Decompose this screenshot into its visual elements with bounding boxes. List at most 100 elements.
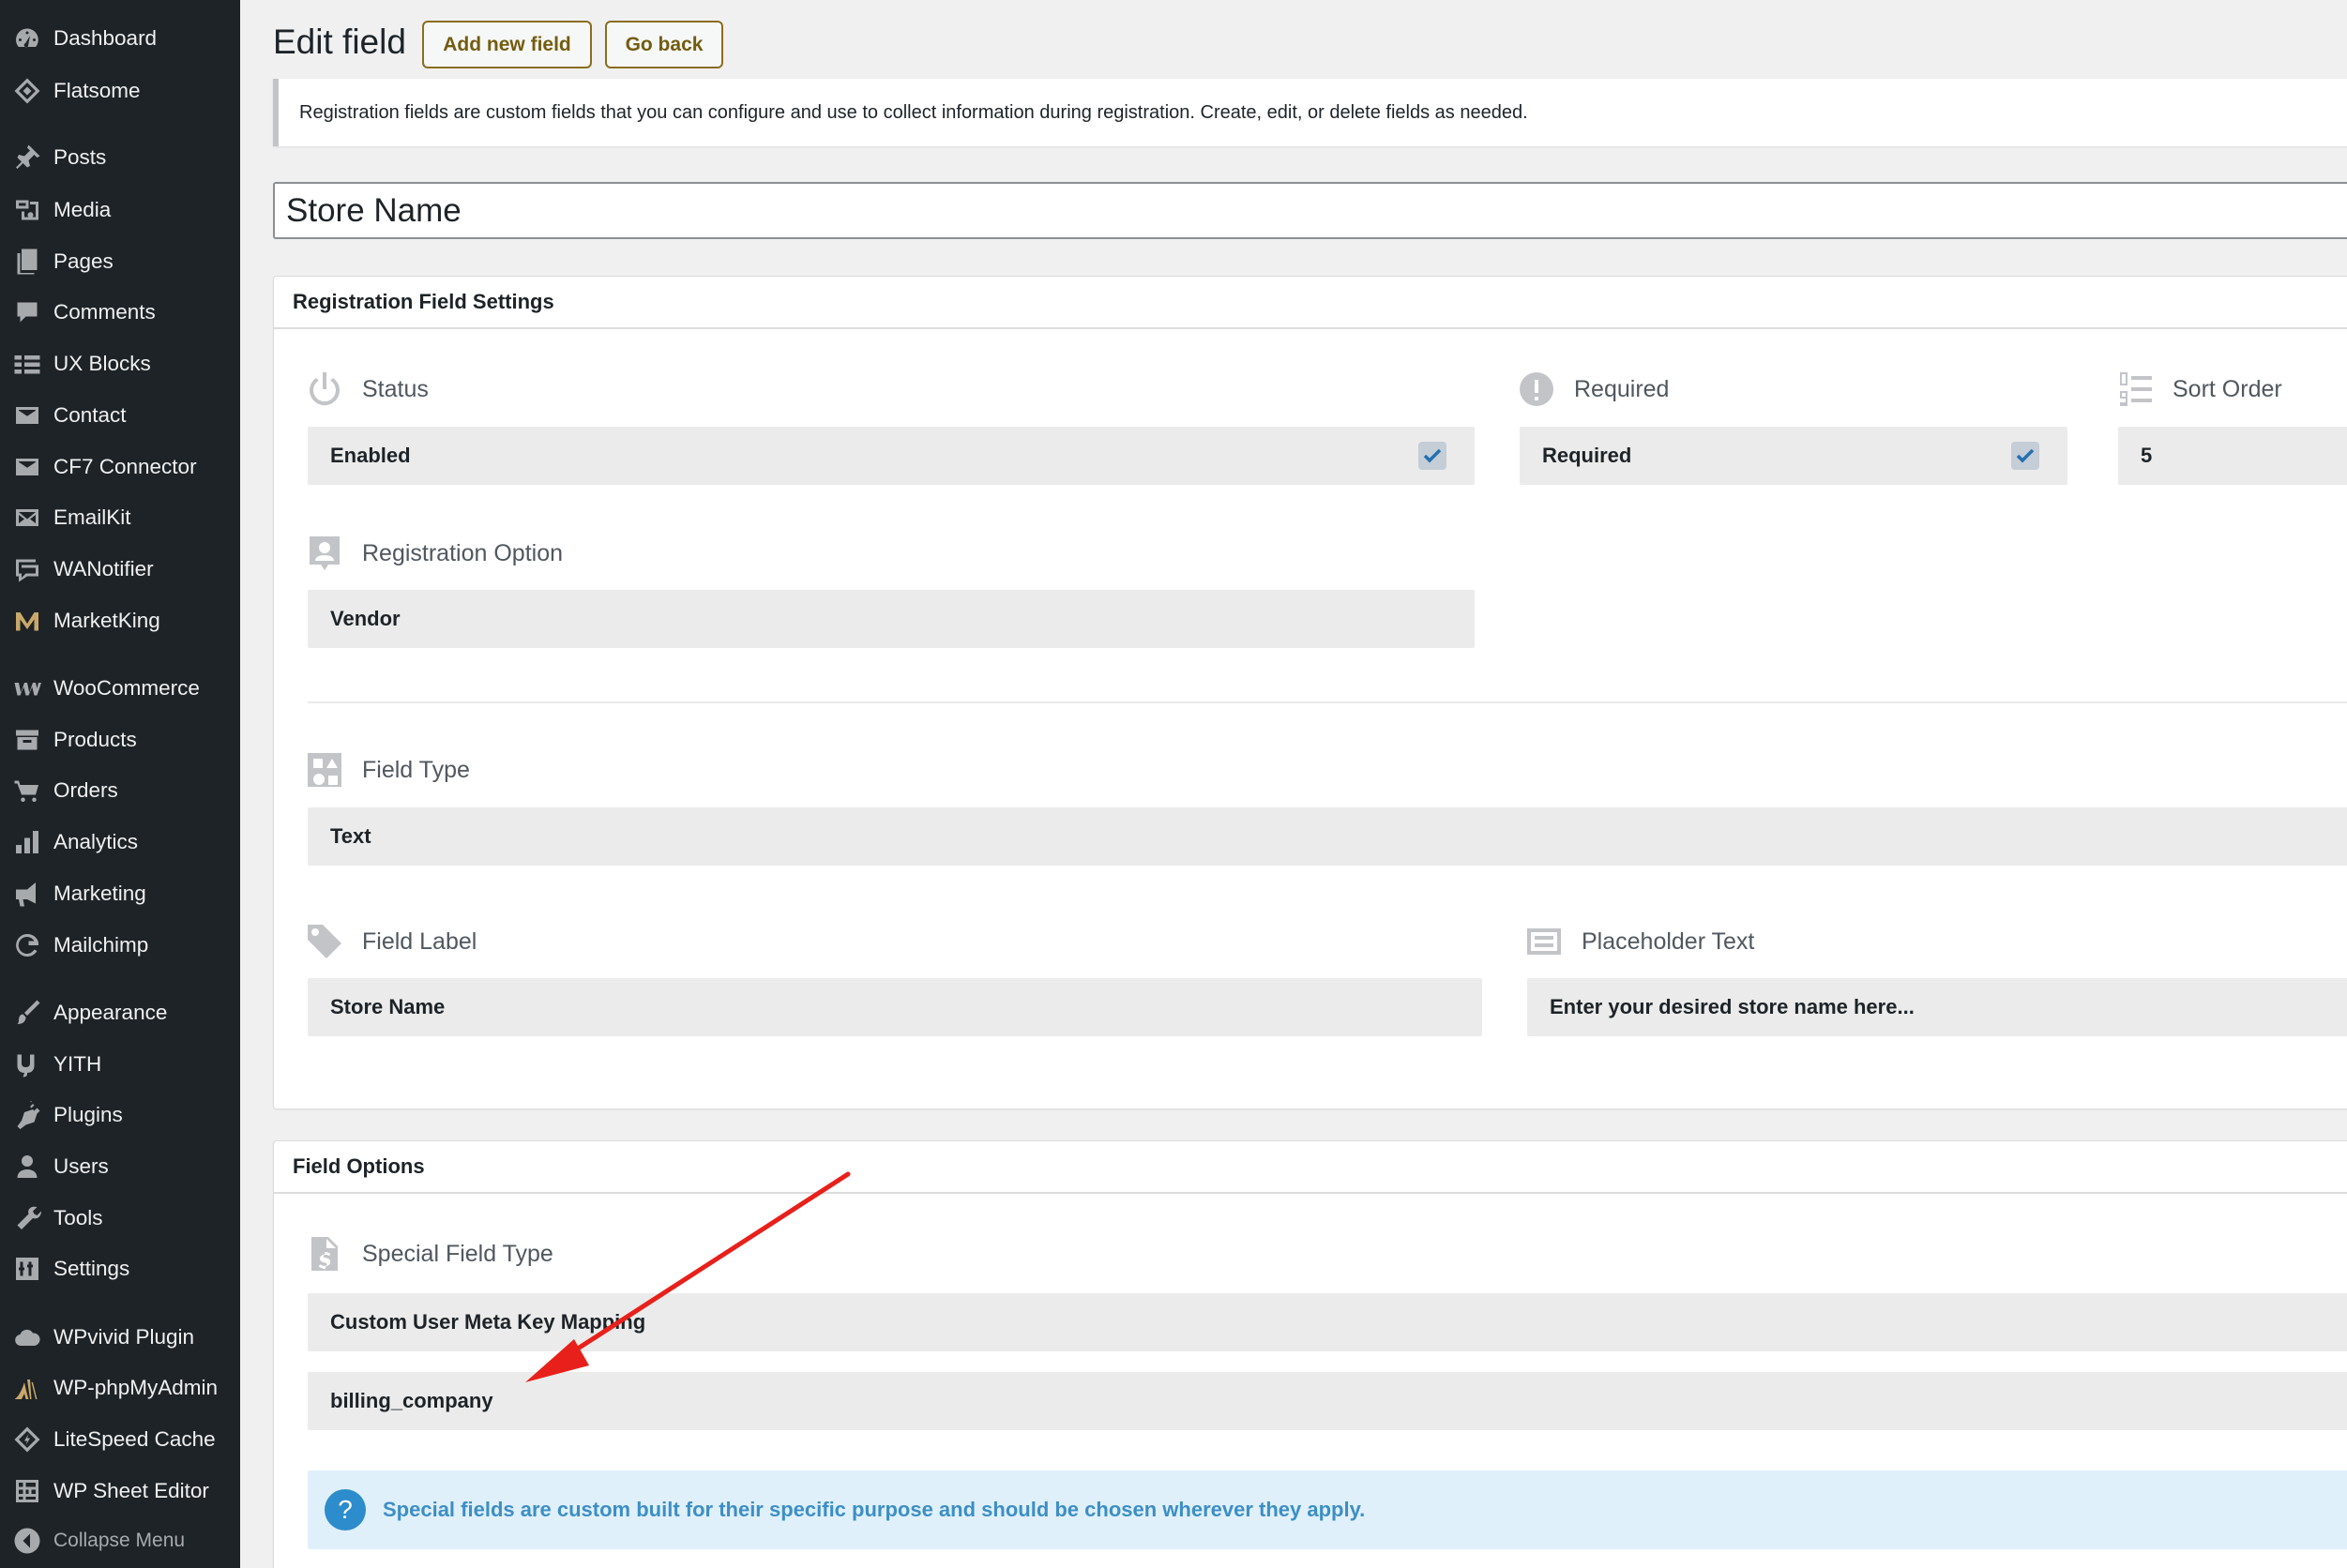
sidebar-item-woocommerce[interactable]: WooCommerce bbox=[0, 665, 240, 712]
sidebar-item-users[interactable]: Users bbox=[0, 1143, 240, 1190]
status-checkbox[interactable] bbox=[1418, 442, 1446, 470]
invoice-icon bbox=[306, 1235, 343, 1273]
field-type-select[interactable]: Text bbox=[308, 807, 2347, 866]
mailchimp-icon bbox=[12, 930, 42, 960]
field-label-input[interactable]: Store Name bbox=[308, 978, 1482, 1036]
flatsome-icon bbox=[12, 76, 42, 106]
sidebar-item-flatsome[interactable]: Flatsome bbox=[0, 68, 240, 114]
sidebar-item-label: WP-phpMyAdmin bbox=[53, 1376, 219, 1399]
go-back-button[interactable]: Go back bbox=[605, 21, 723, 68]
chat-icon bbox=[12, 554, 42, 584]
pin-icon bbox=[12, 143, 42, 173]
sidebar-item-label: Tools bbox=[53, 1206, 103, 1229]
sort-order-icon bbox=[2116, 370, 2154, 408]
wrench-icon bbox=[12, 1203, 42, 1233]
brush-icon bbox=[12, 998, 42, 1028]
marketking-icon bbox=[12, 606, 42, 636]
collapse-icon bbox=[12, 1526, 42, 1556]
info-notice: Registration fields are custom fields th… bbox=[273, 79, 2347, 146]
emailkit-icon bbox=[12, 503, 42, 533]
cart-icon bbox=[12, 776, 42, 806]
sidebar-item-posts[interactable]: Posts bbox=[0, 134, 240, 181]
add-new-field-button[interactable]: Add new field bbox=[422, 21, 592, 68]
sidebar-item-label: UX Blocks bbox=[53, 352, 151, 375]
sidebar-item-tools[interactable]: Tools bbox=[0, 1195, 240, 1242]
pages-icon bbox=[12, 247, 42, 277]
sidebar-item-emailkit[interactable]: EmailKit bbox=[0, 494, 240, 541]
yith-icon bbox=[12, 1049, 42, 1079]
special-field-type-label: Special Field Type bbox=[306, 1235, 553, 1273]
status-label: Status bbox=[306, 370, 429, 408]
user-card-icon bbox=[306, 535, 343, 572]
sidebar-item-label: Analytics bbox=[53, 830, 139, 853]
notice-text: Registration fields are custom fields th… bbox=[299, 101, 1528, 123]
sidebar-item-marketing[interactable]: Marketing bbox=[0, 870, 240, 917]
sidebar-item-label: LiteSpeed Cache bbox=[53, 1427, 216, 1451]
exclamation-icon bbox=[1518, 370, 1555, 408]
admin-sidebar: Dashboard Flatsome Posts Media Pages Com… bbox=[0, 0, 240, 1568]
mail-icon bbox=[12, 400, 42, 430]
sidebar-item-appearance[interactable]: Appearance bbox=[0, 989, 240, 1036]
sidebar-item-pages[interactable]: Pages bbox=[0, 238, 240, 285]
sidebar-item-contact[interactable]: Contact bbox=[0, 392, 240, 439]
sidebar-item-label: Posts bbox=[53, 145, 107, 169]
sidebar-item-media[interactable]: Media bbox=[0, 187, 240, 234]
plug-icon bbox=[12, 1100, 42, 1130]
field-options-panel: Field Options Special Field Type Custom … bbox=[273, 1140, 2347, 1568]
sidebar-item-plugins[interactable]: Plugins bbox=[0, 1092, 240, 1138]
sidebar-item-label: Plugins bbox=[53, 1103, 123, 1126]
sidebar-item-dashboard[interactable]: Dashboard bbox=[0, 15, 240, 62]
sidebar-item-label: CF7 Connector bbox=[53, 455, 197, 478]
registration-option-label: Registration Option bbox=[306, 535, 563, 572]
sidebar-item-label: Settings bbox=[53, 1257, 130, 1280]
shapes-icon bbox=[306, 751, 343, 789]
collapse-menu-button[interactable]: Collapse Menu bbox=[0, 1517, 240, 1564]
sidebar-item-products[interactable]: Products bbox=[0, 716, 240, 763]
registration-option-select[interactable]: Vendor bbox=[308, 590, 1475, 648]
sidebar-item-ux-blocks[interactable]: UX Blocks bbox=[0, 340, 240, 387]
comment-icon bbox=[12, 297, 42, 327]
panel-title: Registration Field Settings bbox=[274, 277, 2347, 329]
sidebar-item-label: Media bbox=[53, 198, 112, 221]
phpmyadmin-icon bbox=[12, 1373, 42, 1403]
sidebar-item-marketking[interactable]: MarketKing bbox=[0, 597, 240, 644]
meta-key-input[interactable]: billing_company bbox=[308, 1372, 2347, 1430]
sidebar-item-label: Collapse Menu bbox=[53, 1530, 186, 1551]
sidebar-item-cf7-connector[interactable]: CF7 Connector bbox=[0, 444, 240, 490]
user-icon bbox=[12, 1152, 42, 1182]
sidebar-item-litespeed-cache[interactable]: LiteSpeed Cache bbox=[0, 1416, 240, 1463]
sidebar-item-orders[interactable]: Orders bbox=[0, 767, 240, 814]
sidebar-item-wanotifier[interactable]: WANotifier bbox=[0, 546, 240, 593]
sidebar-item-yith[interactable]: YITH bbox=[0, 1041, 240, 1088]
sidebar-item-wp-sheet-editor[interactable]: WP Sheet Editor bbox=[0, 1468, 240, 1515]
field-title-input[interactable] bbox=[273, 182, 2347, 239]
placeholder-text-input[interactable]: Enter your desired store name here... bbox=[1527, 978, 2347, 1036]
status-toggle[interactable]: Enabled bbox=[308, 427, 1475, 485]
registration-field-settings-panel: Registration Field Settings Status Enabl… bbox=[273, 276, 2347, 1109]
sidebar-item-wp-phpmyadmin[interactable]: WP-phpMyAdmin bbox=[0, 1364, 240, 1411]
settings-icon bbox=[12, 1254, 42, 1284]
sidebar-item-label: Orders bbox=[53, 778, 118, 802]
litespeed-icon bbox=[12, 1425, 42, 1455]
page-title: Edit field bbox=[273, 23, 406, 61]
sidebar-item-comments[interactable]: Comments bbox=[0, 289, 240, 336]
sidebar-item-label: Appearance bbox=[53, 1001, 168, 1024]
required-checkbox[interactable] bbox=[2011, 442, 2039, 470]
sidebar-item-settings[interactable]: Settings bbox=[0, 1245, 240, 1292]
placeholder-text-label: Placeholder Text bbox=[1525, 923, 1754, 960]
sidebar-item-label: Comments bbox=[53, 300, 156, 324]
sidebar-item-mailchimp[interactable]: Mailchimp bbox=[0, 922, 240, 969]
required-toggle[interactable]: Required bbox=[1520, 427, 2067, 485]
bar-chart-icon bbox=[12, 827, 42, 857]
sidebar-item-label: Users bbox=[53, 1154, 109, 1178]
cloud-icon bbox=[12, 1322, 42, 1352]
sidebar-item-analytics[interactable]: Analytics bbox=[0, 819, 240, 866]
sidebar-item-label: EmailKit bbox=[53, 505, 131, 529]
ux-blocks-icon bbox=[12, 349, 42, 379]
sidebar-item-label: WPvivid Plugin bbox=[53, 1325, 195, 1349]
sort-order-input[interactable]: 5 bbox=[2118, 427, 2347, 485]
special-field-type-select[interactable]: Custom User Meta Key Mapping bbox=[308, 1293, 2347, 1351]
sidebar-item-wpvivid[interactable]: WPvivid Plugin bbox=[0, 1314, 240, 1361]
sidebar-item-label: WooCommerce bbox=[53, 676, 200, 700]
megaphone-icon bbox=[12, 879, 42, 909]
